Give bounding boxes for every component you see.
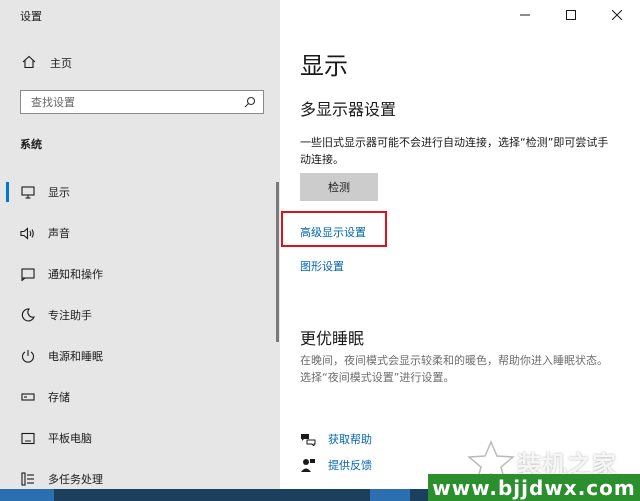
feedback-icon <box>300 457 318 473</box>
sidebar-item-label: 专注助手 <box>48 309 92 322</box>
multi-display-description: 一些旧式显示器可能不会进行自动连接，选择“检测”即可尝试手动连接。 <box>300 136 609 166</box>
chat-help-icon <box>300 431 318 447</box>
watermark-url: www.bjjdwx.com <box>432 475 636 500</box>
page-title: 显示 <box>300 52 348 80</box>
search-box[interactable] <box>20 90 264 114</box>
section-label: 系统 <box>20 138 42 151</box>
settings-window: 设置 主页 系统 显示 声音 <box>0 0 640 501</box>
get-help-label: 获取帮助 <box>328 433 372 446</box>
home-icon <box>22 54 40 73</box>
tablet-icon <box>20 430 36 446</box>
sidebar-item-label: 声音 <box>48 227 70 240</box>
sidebar-item-label: 显示 <box>48 186 70 199</box>
search-icon[interactable] <box>241 96 259 108</box>
minimize-button[interactable] <box>502 0 548 30</box>
storage-icon <box>20 389 36 405</box>
nav-home-label: 主页 <box>50 57 72 70</box>
sleep-description: 在晚间，夜间模式会显示较柔和的暖色，帮助你进入睡眠状态。选择“夜间模式设置”进行… <box>300 354 608 384</box>
feedback-link[interactable]: 提供反馈 <box>300 457 372 473</box>
notification-icon <box>20 266 36 282</box>
close-button[interactable] <box>594 0 640 30</box>
app-title: 设置 <box>20 10 42 23</box>
main-content: 显示 多显示器设置 一些旧式显示器可能不会进行自动连接，选择“检测”即可尝试手动… <box>280 0 640 501</box>
active-indicator <box>6 182 9 202</box>
sidebar-item-notifications[interactable]: 通知和操作 <box>0 257 280 291</box>
monitor-icon <box>20 184 36 200</box>
graphics-settings-link[interactable]: 图形设置 <box>300 258 344 274</box>
nav-home[interactable]: 主页 <box>0 50 280 76</box>
sidebar-item-label: 电源和睡眠 <box>48 350 103 363</box>
feedback-label: 提供反馈 <box>328 459 372 472</box>
taskbar-segment <box>370 489 410 501</box>
sidebar-item-label: 多任务处理 <box>48 473 103 486</box>
sidebar-item-display[interactable]: 显示 <box>0 175 280 209</box>
advanced-display-settings-link[interactable]: 高级显示设置 <box>300 224 366 240</box>
search-input[interactable] <box>29 94 241 110</box>
sidebar-item-sound[interactable]: 声音 <box>0 216 280 250</box>
speaker-icon <box>20 225 36 241</box>
sidebar-item-label: 存储 <box>48 391 70 404</box>
sidebar-item-storage[interactable]: 存储 <box>0 380 280 414</box>
sidebar-item-power[interactable]: 电源和睡眠 <box>0 339 280 373</box>
maximize-button[interactable] <box>548 0 594 30</box>
moon-icon <box>20 307 36 323</box>
sidebar-scrollbar[interactable] <box>276 182 279 342</box>
sidebar-item-label: 通知和操作 <box>48 268 103 281</box>
sleep-heading: 更优睡眠 <box>300 329 365 348</box>
sidebar: 设置 主页 系统 显示 声音 <box>0 0 280 501</box>
taskbar-segment <box>0 489 54 501</box>
multi-display-heading: 多显示器设置 <box>300 100 397 119</box>
multitask-icon <box>20 471 36 487</box>
get-help-link[interactable]: 获取帮助 <box>300 431 372 447</box>
sidebar-item-tablet[interactable]: 平板电脑 <box>0 421 280 455</box>
window-controls <box>502 0 640 30</box>
power-icon <box>20 348 36 364</box>
detect-button[interactable]: 检测 <box>300 173 378 201</box>
sidebar-item-label: 平板电脑 <box>48 432 92 445</box>
watermark-url-banner: www.bjjdwx.com <box>428 474 640 501</box>
sidebar-item-focus-assist[interactable]: 专注助手 <box>0 298 280 332</box>
